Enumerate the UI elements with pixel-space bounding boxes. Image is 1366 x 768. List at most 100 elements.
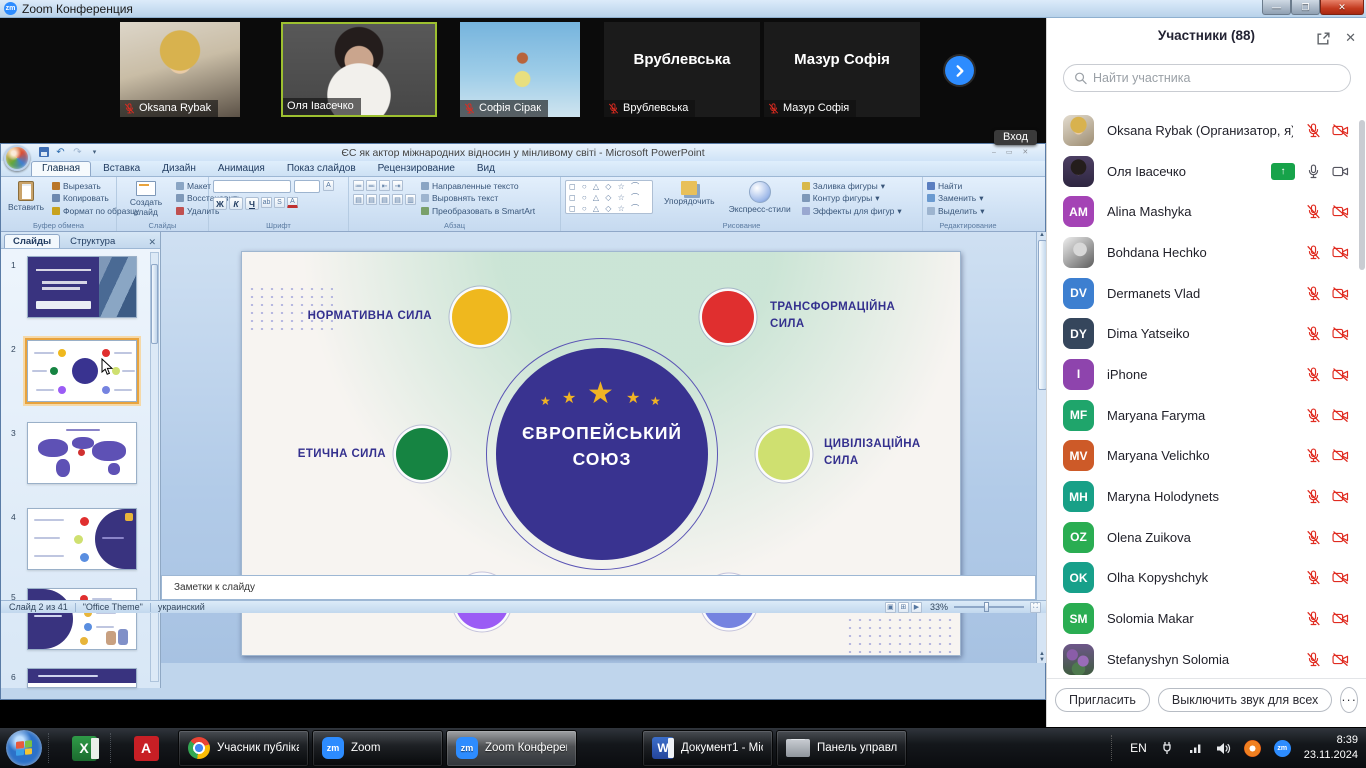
popout-icon[interactable] <box>1316 31 1331 46</box>
fit-to-window-button[interactable]: ⛶ <box>1030 602 1041 613</box>
paste-button[interactable]: Вставить <box>5 180 47 217</box>
underline-button[interactable]: Ч <box>245 197 259 210</box>
participant-row[interactable]: MH Maryna Holodynets <box>1047 476 1359 517</box>
participant-row[interactable]: OK Olha Kopyshchyk <box>1047 558 1359 599</box>
shape-effects-button[interactable]: Эффекты для фигур ▾ <box>802 205 902 217</box>
participants-scroll-thumb[interactable] <box>1359 120 1365 270</box>
zoom-tray-icon[interactable]: zm <box>1274 740 1291 757</box>
speaker-icon[interactable] <box>1216 742 1231 755</box>
tab-design[interactable]: Дизайн <box>152 162 206 176</box>
quick-styles-button[interactable]: Экспресс-стили <box>726 180 794 215</box>
tab-home[interactable]: Главная <box>31 161 91 176</box>
scroll-up-icon[interactable]: ▲ <box>1039 232 1045 238</box>
taskbar-button-control-panel[interactable]: Панель управле... <box>776 730 907 767</box>
participant-row[interactable]: AM Alina Mashyka <box>1047 191 1359 232</box>
tab-animation[interactable]: Анимация <box>208 162 275 176</box>
taskbar-button-zoom-meeting[interactable]: zm Zoom Конферен... <box>446 730 577 767</box>
close-panel-icon[interactable]: ✕ <box>148 237 156 248</box>
columns-button[interactable]: ▥ <box>405 194 416 205</box>
bullets-button[interactable]: ≔ <box>353 180 364 191</box>
restore-button[interactable]: ❐ <box>1291 0 1320 15</box>
tab-slides[interactable]: Слайды <box>4 234 60 248</box>
participant-row[interactable]: MV Maryana Velichko <box>1047 436 1359 477</box>
text-direction-button[interactable]: Направленные тексто <box>421 180 535 192</box>
select-button[interactable]: Выделить ▾ <box>927 205 1009 217</box>
participant-search[interactable] <box>1063 64 1351 92</box>
grow-font-button[interactable]: A <box>323 180 334 191</box>
tab-insert[interactable]: Вставка <box>93 162 150 176</box>
video-tile-olia[interactable]: Оля Івасечко <box>281 22 437 117</box>
slide-thumbnail-6[interactable] <box>27 668 137 688</box>
zoom-slider-thumb[interactable] <box>984 602 989 612</box>
tab-slideshow[interactable]: Показ слайдов <box>277 162 366 176</box>
italic-button[interactable]: К <box>229 197 243 210</box>
align-center-button[interactable]: ▤ <box>366 194 377 205</box>
participant-row[interactable]: DY Dima Yatseiko <box>1047 313 1359 354</box>
clock[interactable]: 8:39 23.11.2024 <box>1304 733 1358 763</box>
participant-row[interactable]: DV Dermanets Vlad <box>1047 273 1359 314</box>
taskbar-button-zoom[interactable]: zm Zoom <box>312 730 443 767</box>
font-color-button[interactable]: А <box>287 197 298 208</box>
shadow-button[interactable]: S <box>274 197 285 208</box>
bold-button[interactable]: Ж <box>213 197 227 210</box>
shapes-gallery[interactable]: ◻ ○ △ ◇ ☆ ⌒ ◻ ○ △ ◇ ☆ ⌒ ◻ ○ △ ◇ ☆ ⌒ <box>565 180 653 214</box>
participant-row[interactable]: OZ Olena Zuikova <box>1047 517 1359 558</box>
participant-row[interactable]: SM Solomia Makar <box>1047 598 1359 639</box>
next-participants-button[interactable] <box>945 56 974 85</box>
mute-all-button[interactable]: Выключить звук для всех <box>1158 688 1332 712</box>
close-panel-icon[interactable]: ✕ <box>1345 30 1356 46</box>
decrease-indent-button[interactable]: ⇤ <box>379 180 390 191</box>
video-tile-vrublevska[interactable]: Врублевська Врублевська <box>604 22 760 117</box>
slideshow-view-button[interactable]: ▶ <box>911 602 922 613</box>
new-slide-button[interactable]: Создать слайд <box>121 180 171 218</box>
shape-outline-button[interactable]: Контур фигуры ▾ <box>802 192 902 204</box>
increase-indent-button[interactable]: ⇥ <box>392 180 403 191</box>
taskbar-button-chrome[interactable]: Учасник публіка... <box>178 730 309 767</box>
office-button[interactable] <box>4 145 30 171</box>
zoom-slider[interactable] <box>954 606 1024 608</box>
qat-dropdown[interactable]: ▾ <box>88 146 101 158</box>
power-plug-icon[interactable] <box>1160 741 1176 755</box>
align-right-button[interactable]: ▤ <box>379 194 390 205</box>
notes-pane[interactable]: Заметки к слайду <box>161 575 1036 600</box>
taskbar-button-word[interactable]: W Документ1 - Micr... <box>642 730 773 767</box>
more-options-button[interactable]: ··· <box>1340 687 1358 713</box>
smartart-button[interactable]: Преобразовать в SmartArt <box>421 205 535 217</box>
save-button[interactable] <box>37 146 50 158</box>
slide-thumbnail-2-selected[interactable] <box>27 340 137 402</box>
close-button[interactable]: ✕ <box>1320 0 1364 15</box>
minimize-button[interactable]: — <box>1262 0 1291 15</box>
numbering-button[interactable]: ≕ <box>366 180 377 191</box>
tab-review[interactable]: Рецензирование <box>368 162 465 176</box>
arrange-button[interactable]: Упорядочить <box>661 180 718 207</box>
slide-thumbnail-4[interactable] <box>27 508 137 570</box>
font-name-select[interactable] <box>213 180 291 193</box>
slide-thumbnail-3[interactable] <box>27 422 137 484</box>
font-size-select[interactable] <box>294 180 320 193</box>
ppt-window-controls[interactable]: – ▭ ✕ <box>992 148 1032 156</box>
next-slide-icon[interactable]: ▼ <box>1039 657 1045 663</box>
participant-row[interactable]: Stefanyshyn Solomia <box>1047 639 1359 680</box>
participant-row[interactable]: Oksana Rybak (Организатор, я) <box>1047 110 1359 151</box>
redo-button[interactable]: ↷ <box>71 146 84 158</box>
replace-button[interactable]: Заменить ▾ <box>927 192 1009 204</box>
thumbnails-scroll-thumb[interactable] <box>151 264 158 344</box>
search-input[interactable] <box>1093 71 1340 85</box>
justify-button[interactable]: ▤ <box>392 194 403 205</box>
participant-row[interactable]: Оля Івасечко ↑ <box>1047 151 1359 192</box>
sorter-view-button[interactable]: ⊞ <box>898 602 909 613</box>
undo-button[interactable]: ↶ <box>54 146 67 158</box>
slide-thumbnail-5[interactable] <box>27 588 137 650</box>
antivirus-tray-icon[interactable] <box>1244 740 1261 757</box>
align-left-button[interactable]: ▤ <box>353 194 364 205</box>
strikethrough-button[interactable]: ab <box>261 197 272 208</box>
excel-taskbar-icon[interactable]: X <box>64 730 104 766</box>
slide-thumbnail-1[interactable] <box>27 256 137 318</box>
network-icon[interactable] <box>1189 742 1203 754</box>
normal-view-button[interactable]: ▣ <box>885 602 896 613</box>
participants-scrollbar[interactable] <box>1358 110 1365 680</box>
participant-row[interactable]: I iPhone <box>1047 354 1359 395</box>
language-indicator[interactable]: украинский <box>158 602 205 612</box>
find-button[interactable]: Найти <box>927 180 1009 192</box>
participant-row[interactable]: MF Maryana Faryma <box>1047 395 1359 436</box>
